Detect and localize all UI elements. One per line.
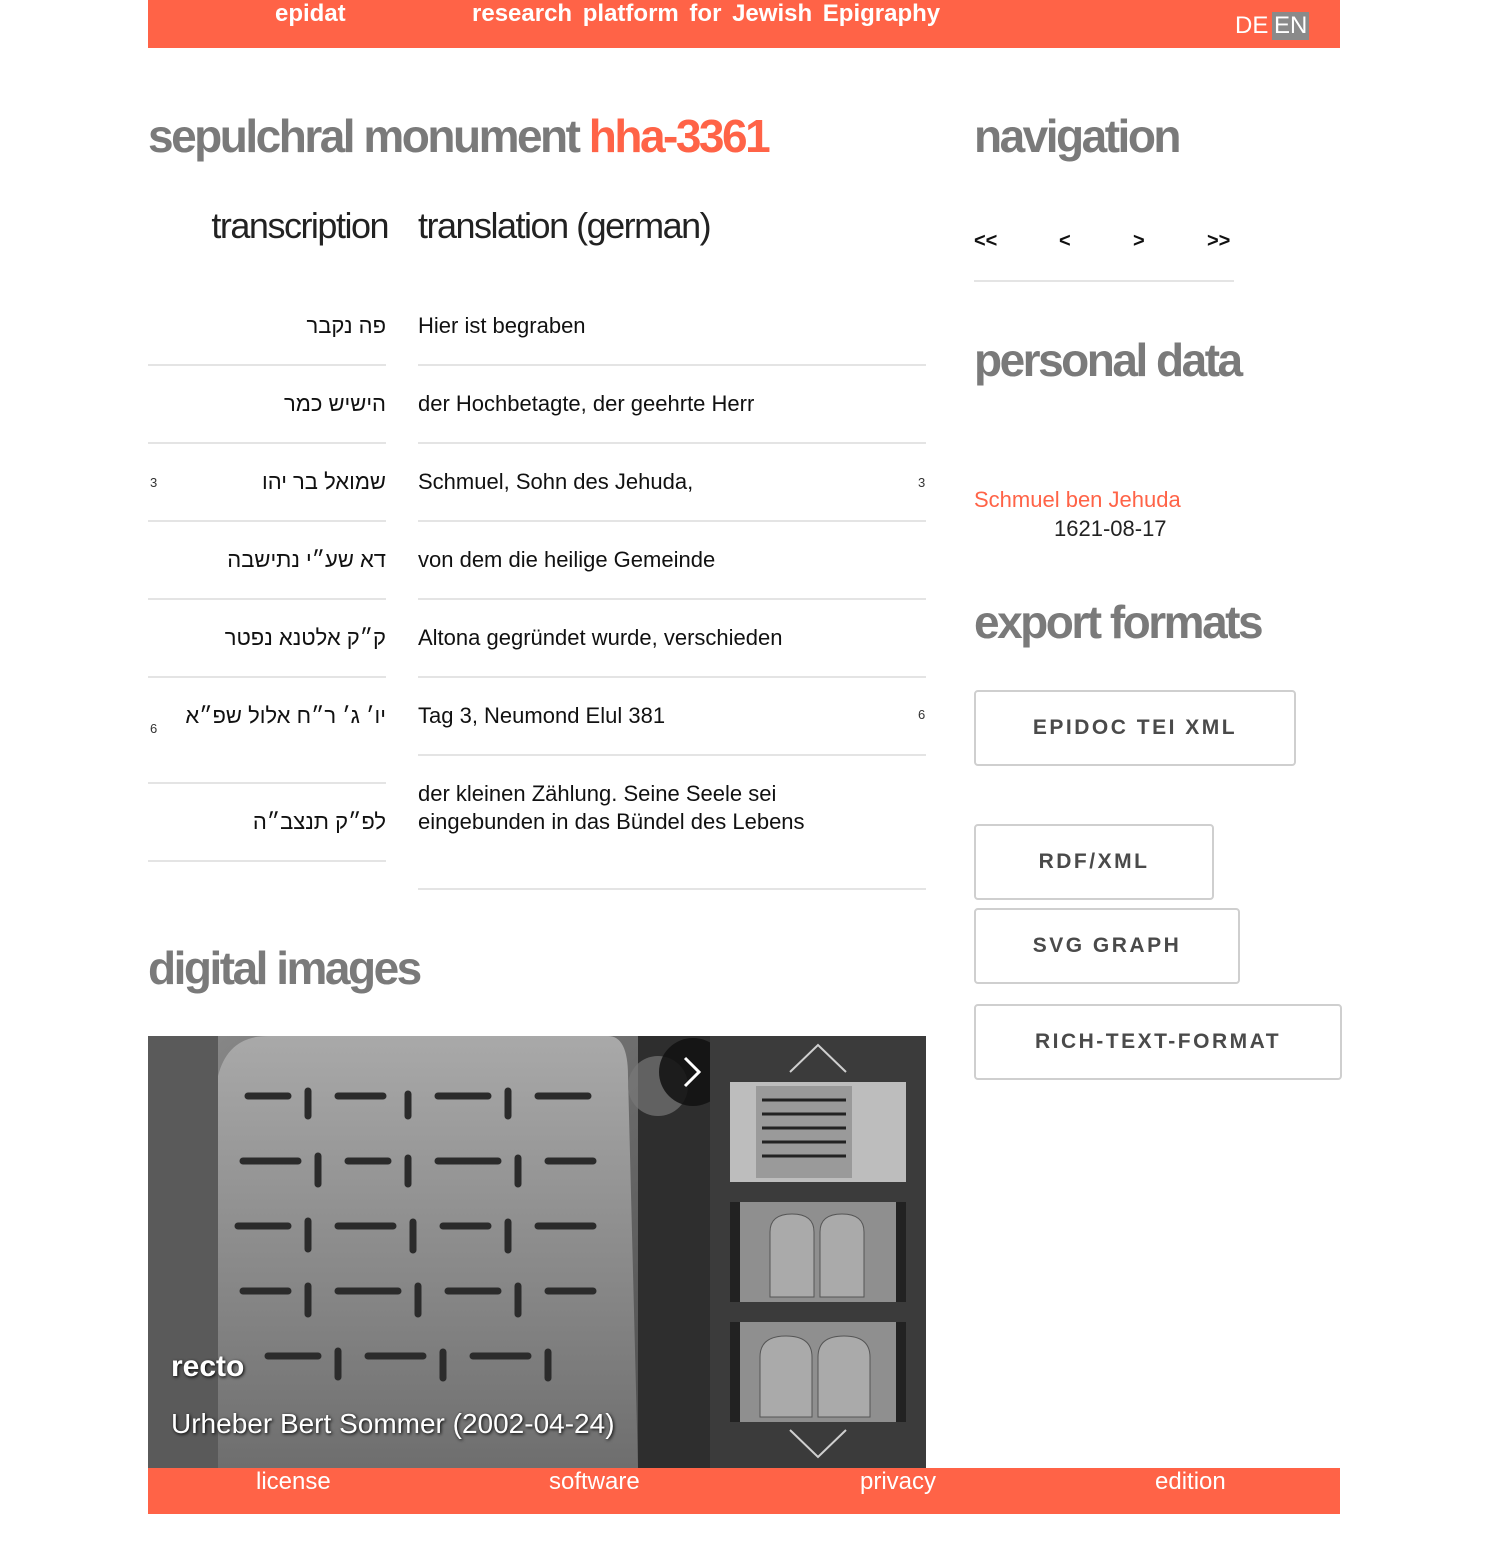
lang-en-link[interactable]: EN bbox=[1272, 12, 1310, 40]
rdf-export-button[interactable]: RDF/XML bbox=[974, 824, 1214, 900]
hebrew-line: שמואל בר יהו bbox=[262, 469, 386, 494]
thumbnail-1[interactable] bbox=[730, 1082, 906, 1182]
translation-line: der kleinen Zählung. Seine Seele sei ein… bbox=[418, 781, 805, 834]
footer-edition-link[interactable]: edition bbox=[1155, 1468, 1226, 1496]
hebrew-line: ק״ק אלטנא נפטר bbox=[224, 625, 386, 650]
translation-line: Altona gegründet wurde, verschieden bbox=[418, 625, 783, 650]
row-divider bbox=[418, 598, 926, 600]
row-divider bbox=[148, 860, 386, 862]
chevron-down-icon[interactable] bbox=[788, 1428, 848, 1460]
hebrew-line: יו׳ ג׳ ר״ח אלול שפ״א bbox=[185, 703, 386, 728]
digital-images-heading: digital images bbox=[148, 942, 422, 994]
page-title: sepulchral monument hha-3361 bbox=[148, 108, 771, 164]
death-date: 1621-08-17 bbox=[1054, 516, 1167, 541]
row-divider bbox=[148, 676, 386, 678]
translation-line: Tag 3, Neumond Elul 381 bbox=[418, 703, 666, 728]
hebrew-line: דא שע״י נתישבה bbox=[227, 547, 386, 572]
hebrew-line: פה נקבר bbox=[306, 313, 386, 338]
personal-data-heading: personal data bbox=[974, 334, 1243, 386]
chevron-right-icon[interactable] bbox=[678, 1058, 710, 1090]
row-divider bbox=[148, 442, 386, 444]
line-number: 6 bbox=[918, 707, 926, 722]
row-divider bbox=[418, 888, 926, 890]
epidoc-export-button[interactable]: EPIDOC TEI XML bbox=[974, 690, 1296, 766]
translation-heading: translation (german) bbox=[418, 205, 712, 246]
image-viewer[interactable] bbox=[148, 1036, 710, 1468]
hebrew-line: לפ״ק תנצב״ה bbox=[252, 809, 386, 834]
svg-export-button[interactable]: SVG GRAPH bbox=[974, 908, 1240, 984]
export-formats-heading: export formats bbox=[974, 596, 1264, 648]
row-divider bbox=[148, 598, 386, 600]
thumbnail-image bbox=[730, 1202, 906, 1302]
navigation-heading: navigation bbox=[974, 110, 1182, 162]
translation-line: der Hochbetagte, der geehrte Herr bbox=[418, 391, 755, 416]
row-divider bbox=[148, 520, 386, 522]
translation-line: von dem die heilige Gemeinde bbox=[418, 547, 716, 572]
monument-id: hha-3361 bbox=[588, 110, 771, 162]
footer-privacy-link[interactable]: privacy bbox=[860, 1468, 936, 1496]
page-title-prefix: sepulchral monument bbox=[148, 110, 589, 162]
transcription-heading: transcription bbox=[211, 205, 389, 246]
footer-software-link[interactable]: software bbox=[549, 1468, 640, 1496]
lang-de-link[interactable]: DE bbox=[1233, 12, 1270, 40]
rtf-export-button[interactable]: RICH-TEXT-FORMAT bbox=[974, 1004, 1342, 1080]
row-divider bbox=[418, 754, 926, 756]
image-credit: Urheber Bert Sommer (2002-04-24) bbox=[171, 1408, 615, 1439]
line-number: 3 bbox=[918, 475, 926, 490]
person-name-link[interactable]: Schmuel ben Jehuda bbox=[974, 487, 1181, 513]
row-divider bbox=[148, 782, 386, 784]
row-divider bbox=[418, 676, 926, 678]
translation-line: Hier ist begraben bbox=[418, 313, 586, 338]
row-divider bbox=[418, 442, 926, 444]
image-caption: recto bbox=[171, 1350, 245, 1383]
nav-next-link[interactable]: > bbox=[1133, 230, 1145, 253]
footer-license-link[interactable]: license bbox=[256, 1468, 331, 1496]
translation-line: Schmuel, Sohn des Jehuda, bbox=[418, 469, 694, 494]
brand-link[interactable]: epidat bbox=[275, 0, 346, 28]
site-tagline: research platform for Jewish Epigraphy bbox=[472, 0, 941, 27]
row-divider bbox=[418, 364, 926, 366]
hebrew-line: הישיש כמר bbox=[283, 391, 386, 416]
row-divider bbox=[148, 364, 386, 366]
nav-last-link[interactable]: >> bbox=[1207, 230, 1230, 253]
thumbnail-image bbox=[730, 1322, 906, 1422]
thumbnail-2[interactable] bbox=[730, 1202, 906, 1302]
nav-prev-link[interactable]: < bbox=[1059, 230, 1071, 253]
thumbnail-3[interactable] bbox=[730, 1322, 906, 1422]
thumbnail-image bbox=[730, 1082, 906, 1182]
row-divider bbox=[418, 520, 926, 522]
nav-divider bbox=[974, 280, 1234, 282]
chevron-up-icon[interactable] bbox=[788, 1042, 848, 1074]
gravestone-photo bbox=[148, 1036, 710, 1468]
nav-first-link[interactable]: << bbox=[974, 230, 997, 253]
